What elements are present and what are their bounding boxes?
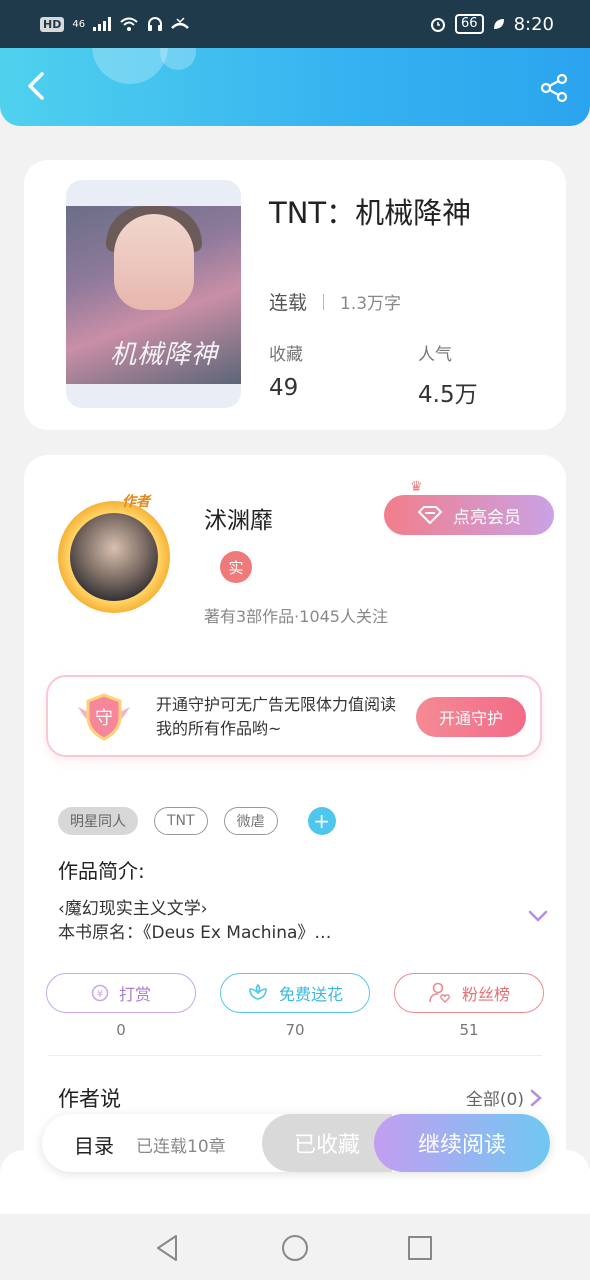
- chevron-left-icon: [28, 72, 44, 100]
- crown-icon: ♛: [410, 479, 423, 495]
- alarm-icon: [431, 18, 446, 32]
- action-count: 70: [285, 1021, 305, 1039]
- author-card: 作者 沭渊靡 实 著有3部作品·1045人关注 ♛ 点亮会员 守 开通守护可无广…: [24, 455, 566, 1215]
- flower-action: 免费送花 70: [220, 973, 370, 1039]
- add-tag-button[interactable]: +: [307, 807, 336, 835]
- collected-button[interactable]: 已收藏: [262, 1114, 392, 1172]
- flower-icon: [249, 983, 267, 1000]
- action-count: 0: [116, 1021, 126, 1039]
- vip-button-label: 点亮会员: [453, 507, 521, 528]
- send-flower-button[interactable]: 免费送花: [220, 973, 370, 1013]
- share-icon: [540, 73, 568, 103]
- favorites-stat: 收藏 49: [269, 340, 303, 401]
- book-status-row: 连载 1.3万字: [269, 288, 401, 315]
- status-divider: [323, 293, 325, 310]
- headset-icon: [148, 17, 163, 31]
- continue-reading-button[interactable]: 继续阅读: [374, 1114, 550, 1172]
- word-count: 1.3万字: [340, 294, 402, 314]
- book-title: TNT：机械降神: [269, 196, 472, 230]
- status-left: HD 46: [40, 16, 189, 32]
- coin-icon: ¥: [91, 984, 109, 1002]
- signal-icon: [93, 17, 112, 31]
- section-divider: [48, 1055, 542, 1056]
- tag-chip[interactable]: 微虐: [223, 807, 278, 835]
- intro-line: ‹魔幻现实主义文学›: [58, 899, 208, 919]
- action-row: ¥ 打赏 0 免费送花 70 粉丝榜 51: [46, 973, 544, 1039]
- battery-icon: 66: [455, 14, 484, 34]
- wifi-icon: [120, 17, 138, 31]
- verified-badge: 实: [220, 551, 252, 583]
- author-tag: 作者: [122, 494, 150, 510]
- guard-text: 开通守护可无广告无限体力值阅读我的所有作品哟~: [156, 695, 397, 738]
- svg-text:守: 守: [95, 708, 113, 729]
- fan-rank-button[interactable]: 粉丝榜: [394, 973, 544, 1013]
- decor-bubble: [92, 48, 168, 84]
- toc-button[interactable]: 目录: [74, 1130, 114, 1159]
- diamond-icon: [418, 506, 442, 524]
- tag-chip[interactable]: TNT: [154, 807, 208, 835]
- action-count: 51: [459, 1021, 479, 1039]
- guard-banner: 守 开通守护可无广告无限体力值阅读我的所有作品哟~ 开通守护: [46, 675, 542, 757]
- author-says-title: 作者说: [58, 1087, 121, 1111]
- tip-button[interactable]: ¥ 打赏: [46, 973, 196, 1013]
- nav-recents-icon[interactable]: [404, 1232, 436, 1264]
- guard-shield-icon: 守: [78, 693, 130, 741]
- serial-status: 连载: [269, 292, 308, 314]
- intro-line: 本书原名：《Deus Ex Machina》…: [58, 923, 332, 943]
- view-all-label: 全部(0): [465, 1090, 524, 1110]
- chevron-down-icon[interactable]: [528, 909, 548, 923]
- tag-list: 明星同人 TNT 微虐 +: [58, 807, 336, 835]
- cover-title-art: 机械降神: [110, 340, 219, 370]
- intro-label: 作品简介:: [58, 859, 145, 883]
- system-nav-bar: [0, 1214, 590, 1280]
- fan-heart-icon: [429, 982, 450, 1003]
- tag-chip[interactable]: 明星同人: [58, 807, 138, 835]
- missed-call-icon: [171, 17, 189, 29]
- status-right: 66 8:20: [429, 14, 554, 35]
- avatar: [70, 513, 158, 601]
- stat-value: 49: [269, 375, 299, 401]
- stat-value: 4.5万: [418, 382, 478, 408]
- share-button[interactable]: [538, 72, 570, 104]
- svg-text:¥: ¥: [97, 989, 103, 1000]
- view-all-link[interactable]: 全部(0): [466, 1085, 542, 1110]
- clock: 8:20: [513, 13, 554, 35]
- decor-bubble-small: [160, 48, 196, 70]
- back-button[interactable]: [18, 68, 54, 104]
- intro-text[interactable]: ‹魔幻现实主义文学› 本书原名：《Deus Ex Machina》…: [58, 897, 478, 945]
- top-header: [0, 48, 590, 126]
- action-label: 打赏: [118, 985, 151, 1004]
- status-bar: HD 46 66 8:20: [0, 0, 590, 48]
- action-label: 免费送花: [278, 985, 343, 1004]
- vip-button[interactable]: 点亮会员: [384, 495, 554, 535]
- leaf-icon: [493, 19, 504, 29]
- popularity-stat: 人气 4.5万: [418, 340, 478, 409]
- hd-badge: HD: [40, 16, 65, 32]
- nav-back-icon[interactable]: [152, 1232, 184, 1264]
- stat-label: 收藏: [269, 345, 303, 365]
- nav-home-icon[interactable]: [279, 1232, 311, 1264]
- fans-action: 粉丝榜 51: [394, 973, 544, 1039]
- cover-artwork: 机械降神: [66, 206, 241, 384]
- stat-label: 人气: [418, 345, 452, 365]
- book-info-card: 机械降神 TNT：机械降神 连载 1.3万字 收藏 49 人气 4.5万: [24, 160, 566, 430]
- chapter-count: 已连载10章: [136, 1137, 226, 1157]
- author-avatar[interactable]: 作者: [42, 491, 192, 631]
- book-cover[interactable]: 机械降神: [66, 180, 241, 408]
- author-name[interactable]: 沭渊靡: [204, 501, 273, 535]
- action-label: 粉丝榜: [461, 985, 510, 1004]
- reader-action-bar: 目录 已连载10章 已收藏 继续阅读: [42, 1114, 550, 1172]
- open-guard-button[interactable]: 开通守护: [416, 697, 526, 737]
- tip-action: ¥ 打赏 0: [46, 973, 196, 1039]
- chevron-right-icon: [530, 1089, 542, 1106]
- author-stats: 著有3部作品·1045人关注: [204, 607, 388, 626]
- network-label: 46: [72, 18, 86, 30]
- cover-portrait: [114, 214, 194, 310]
